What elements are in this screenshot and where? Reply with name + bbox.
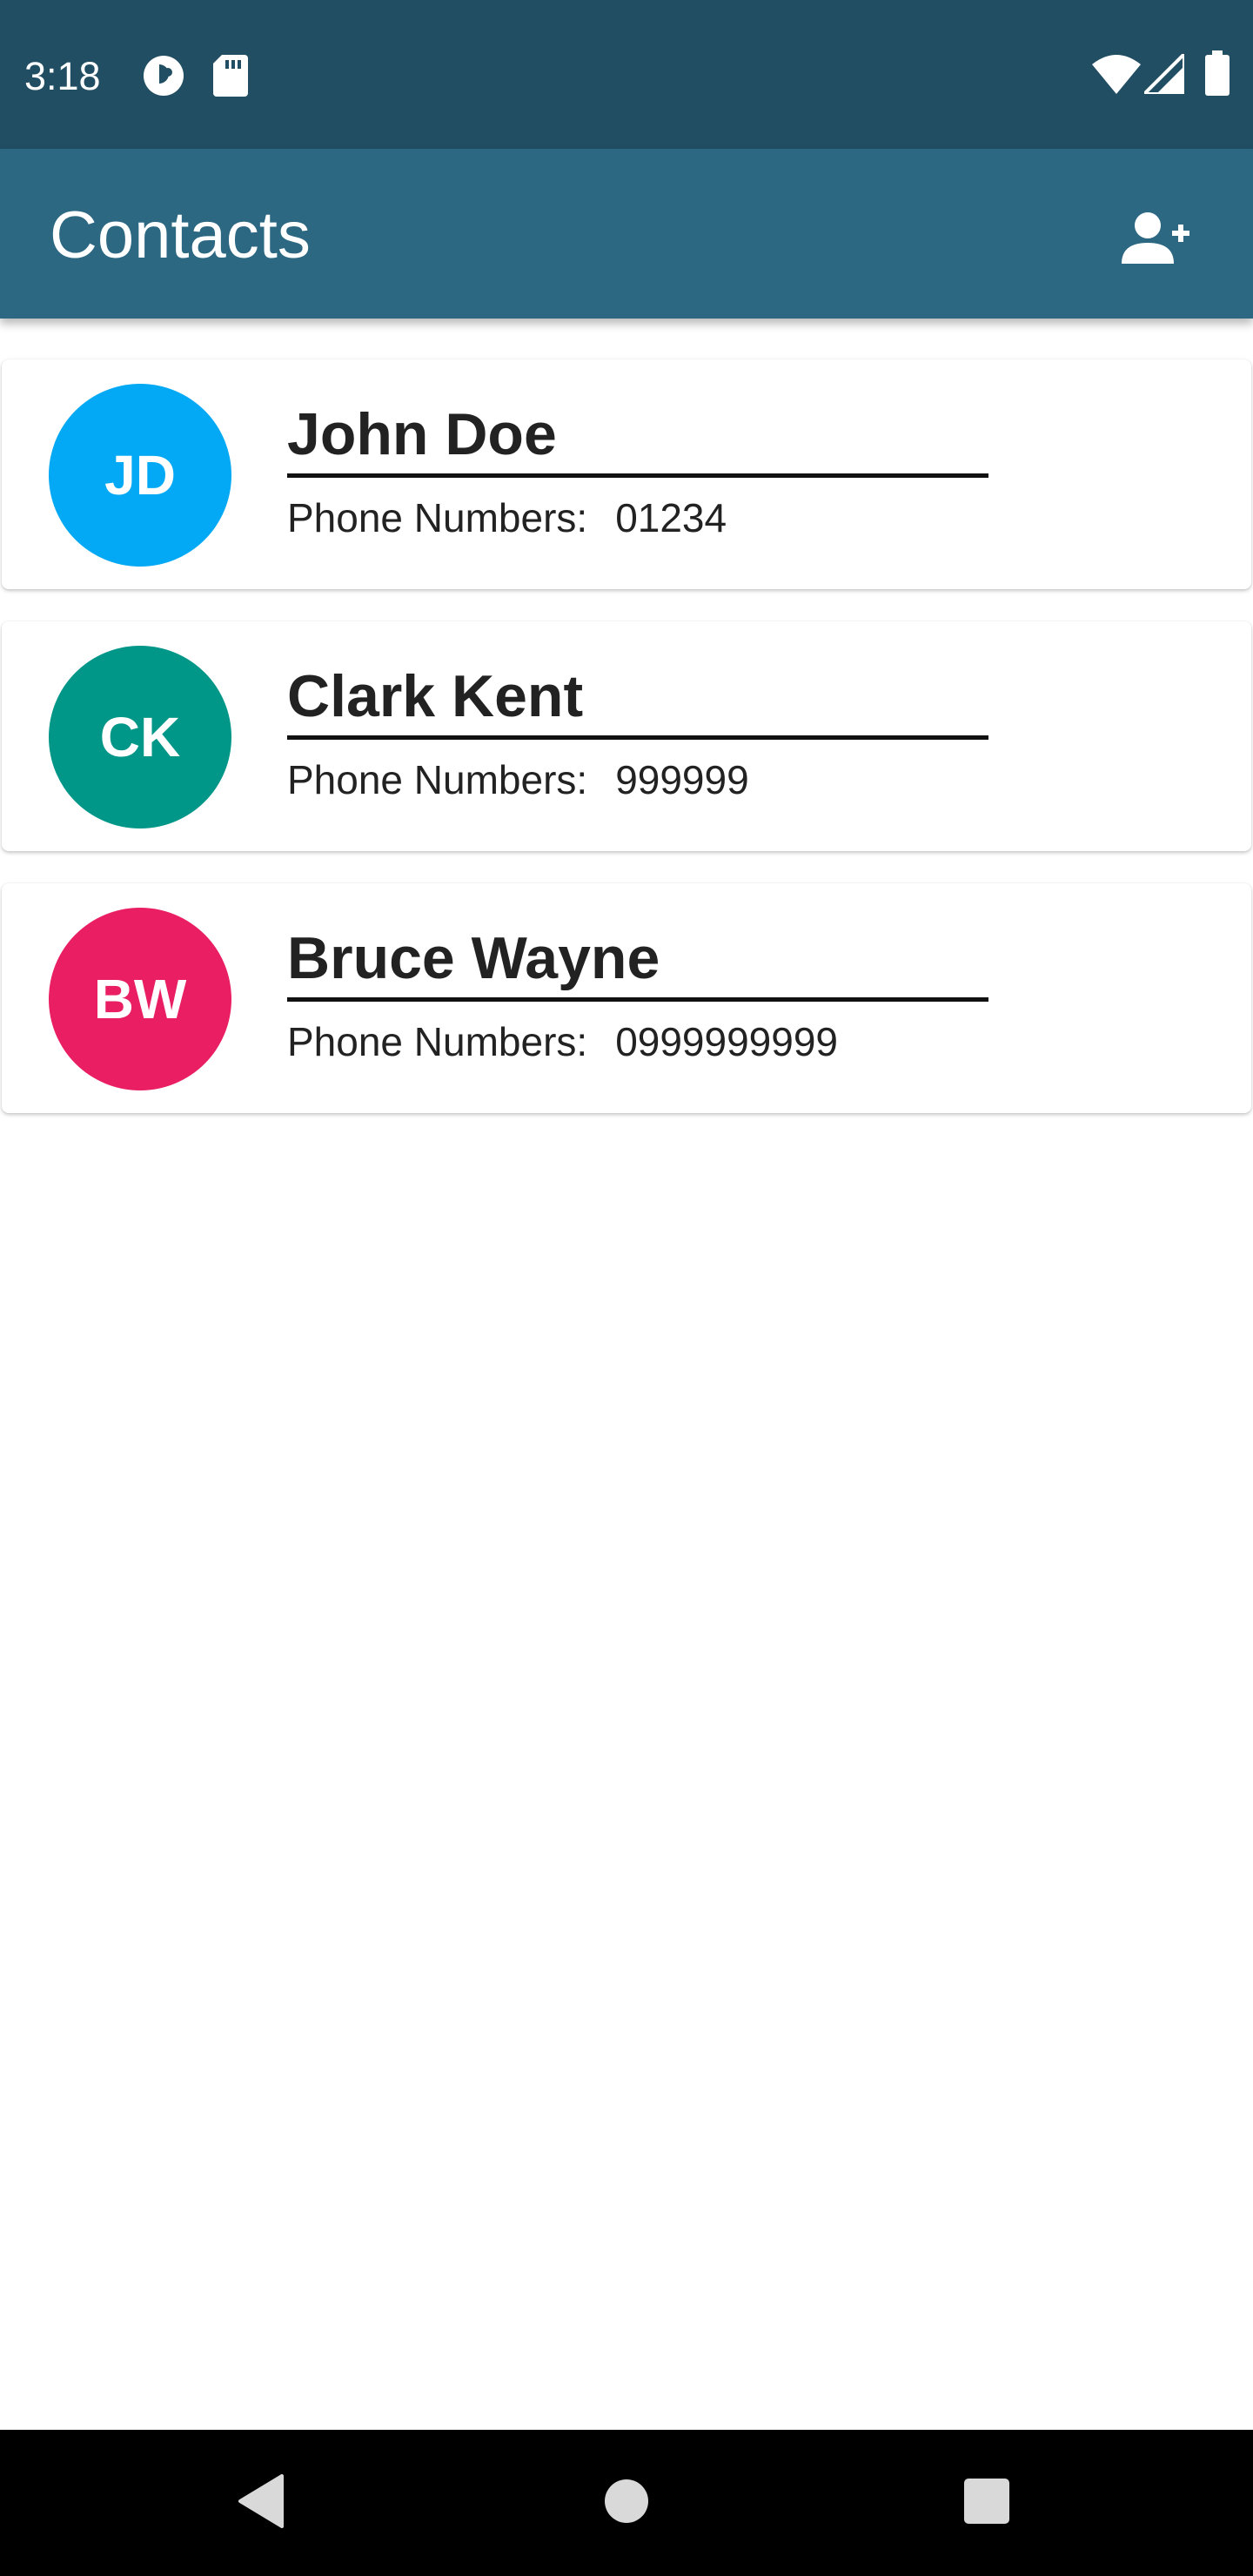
sd-card-icon [213,55,248,101]
back-icon [237,2473,285,2532]
phone-row: Phone Numbers: 01234 [287,492,727,544]
wifi-icon [1092,54,1141,98]
phone-row: Phone Numbers: 999999 [287,754,749,806]
recents-icon [963,2478,1010,2529]
contact-name: Bruce Wayne [287,922,988,1002]
navigation-bar [0,2430,1253,2576]
phone-number: 0999999999 [615,1019,839,1064]
avatar: BW [49,908,231,1090]
contact-name: Clark Kent [287,660,988,740]
phone-label: Phone Numbers: [287,495,588,540]
contact-name: John Doe [287,398,988,478]
phone-row: Phone Numbers: 0999999999 [287,1016,838,1068]
add-contact-button[interactable] [1103,197,1208,284]
avatar: JD [49,384,231,567]
status-time: 3:18 [24,54,101,98]
avatar-initials: BW [93,968,187,1030]
app-bar: Contacts [0,149,1253,319]
phone-label: Phone Numbers: [287,1019,588,1064]
contact-card[interactable]: BW Bruce Wayne Phone Numbers: 0999999999 [2,883,1251,1113]
status-bar: 3:18 [0,0,1253,149]
contact-card[interactable]: JD John Doe Phone Numbers: 01234 [2,359,1251,589]
add-person-icon [1120,211,1191,270]
contact-card[interactable]: CK Clark Kent Phone Numbers: 999999 [2,621,1251,851]
phone-label: Phone Numbers: [287,757,588,802]
battery-icon [1205,50,1230,100]
cell-signal-icon [1140,50,1186,98]
home-button[interactable] [583,2459,670,2546]
home-icon [604,2479,649,2528]
phone-number: 999999 [615,757,749,802]
recents-button[interactable] [943,2459,1030,2546]
app-notification-icon [142,54,185,102]
avatar-initials: CK [99,706,181,768]
page-title: Contacts [50,198,311,272]
back-button[interactable] [218,2459,305,2546]
avatar: CK [49,646,231,828]
avatar-initials: JD [104,444,176,506]
phone-number: 01234 [615,495,727,540]
